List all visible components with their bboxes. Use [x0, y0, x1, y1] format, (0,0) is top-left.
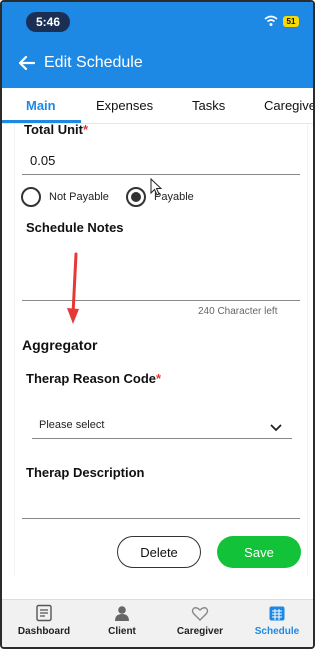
delete-button[interactable]: Delete: [117, 536, 201, 568]
therap-reason-select[interactable]: Please select: [39, 419, 104, 431]
bottom-nav: Dashboard Client Caregiver Schedule: [2, 599, 313, 647]
tab-caregiver[interactable]: Caregiver: [264, 98, 313, 113]
schedule-notes-label: Schedule Notes: [26, 220, 124, 235]
chevron-down-icon[interactable]: [270, 424, 282, 432]
therap-reason-label: Therap Reason Code*: [26, 371, 162, 386]
mouse-cursor-icon: [150, 178, 162, 196]
tab-tasks[interactable]: Tasks: [192, 98, 225, 113]
total-unit-input[interactable]: 0.05: [30, 153, 55, 168]
schedule-icon: [269, 606, 285, 621]
back-arrow-icon[interactable]: [16, 52, 38, 74]
therap-description-underline: [22, 518, 300, 519]
tab-expenses[interactable]: Expenses: [96, 98, 153, 113]
client-icon: [115, 606, 129, 621]
caregiver-icon: [191, 607, 209, 621]
page-title: Edit Schedule: [44, 54, 143, 71]
wifi-icon: [264, 15, 278, 26]
status-time: 5:46: [26, 12, 70, 32]
radio-payable[interactable]: [126, 187, 146, 207]
therap-description-label: Therap Description: [26, 465, 145, 480]
radio-not-payable-label: Not Payable: [49, 191, 109, 203]
therap-reason-underline: [32, 438, 292, 439]
tab-main[interactable]: Main: [26, 98, 56, 113]
battery-icon: 51: [283, 16, 299, 27]
radio-not-payable[interactable]: [21, 187, 41, 207]
save-button[interactable]: Save: [217, 536, 301, 568]
dashboard-icon: [36, 604, 52, 622]
tab-bar: Main Expenses Tasks Caregiver: [2, 88, 313, 124]
phone-frame: 5:46 51 Edit Schedule Main Expenses Task…: [0, 0, 315, 649]
total-unit-underline: [22, 174, 300, 175]
annotation-arrow-icon: [67, 252, 79, 324]
status-bar: 5:46 51: [2, 2, 313, 38]
nav-item-schedule[interactable]: Schedule: [242, 604, 312, 637]
app-bar: Edit Schedule: [2, 38, 313, 88]
total-unit-label: Total Unit*: [24, 122, 89, 137]
nav-item-dashboard[interactable]: Dashboard: [9, 604, 79, 637]
char-counter: 240 Character left: [198, 306, 278, 317]
nav-item-client[interactable]: Client: [87, 604, 157, 637]
nav-item-caregiver[interactable]: Caregiver: [165, 604, 235, 637]
aggregator-heading: Aggregator: [22, 337, 98, 353]
